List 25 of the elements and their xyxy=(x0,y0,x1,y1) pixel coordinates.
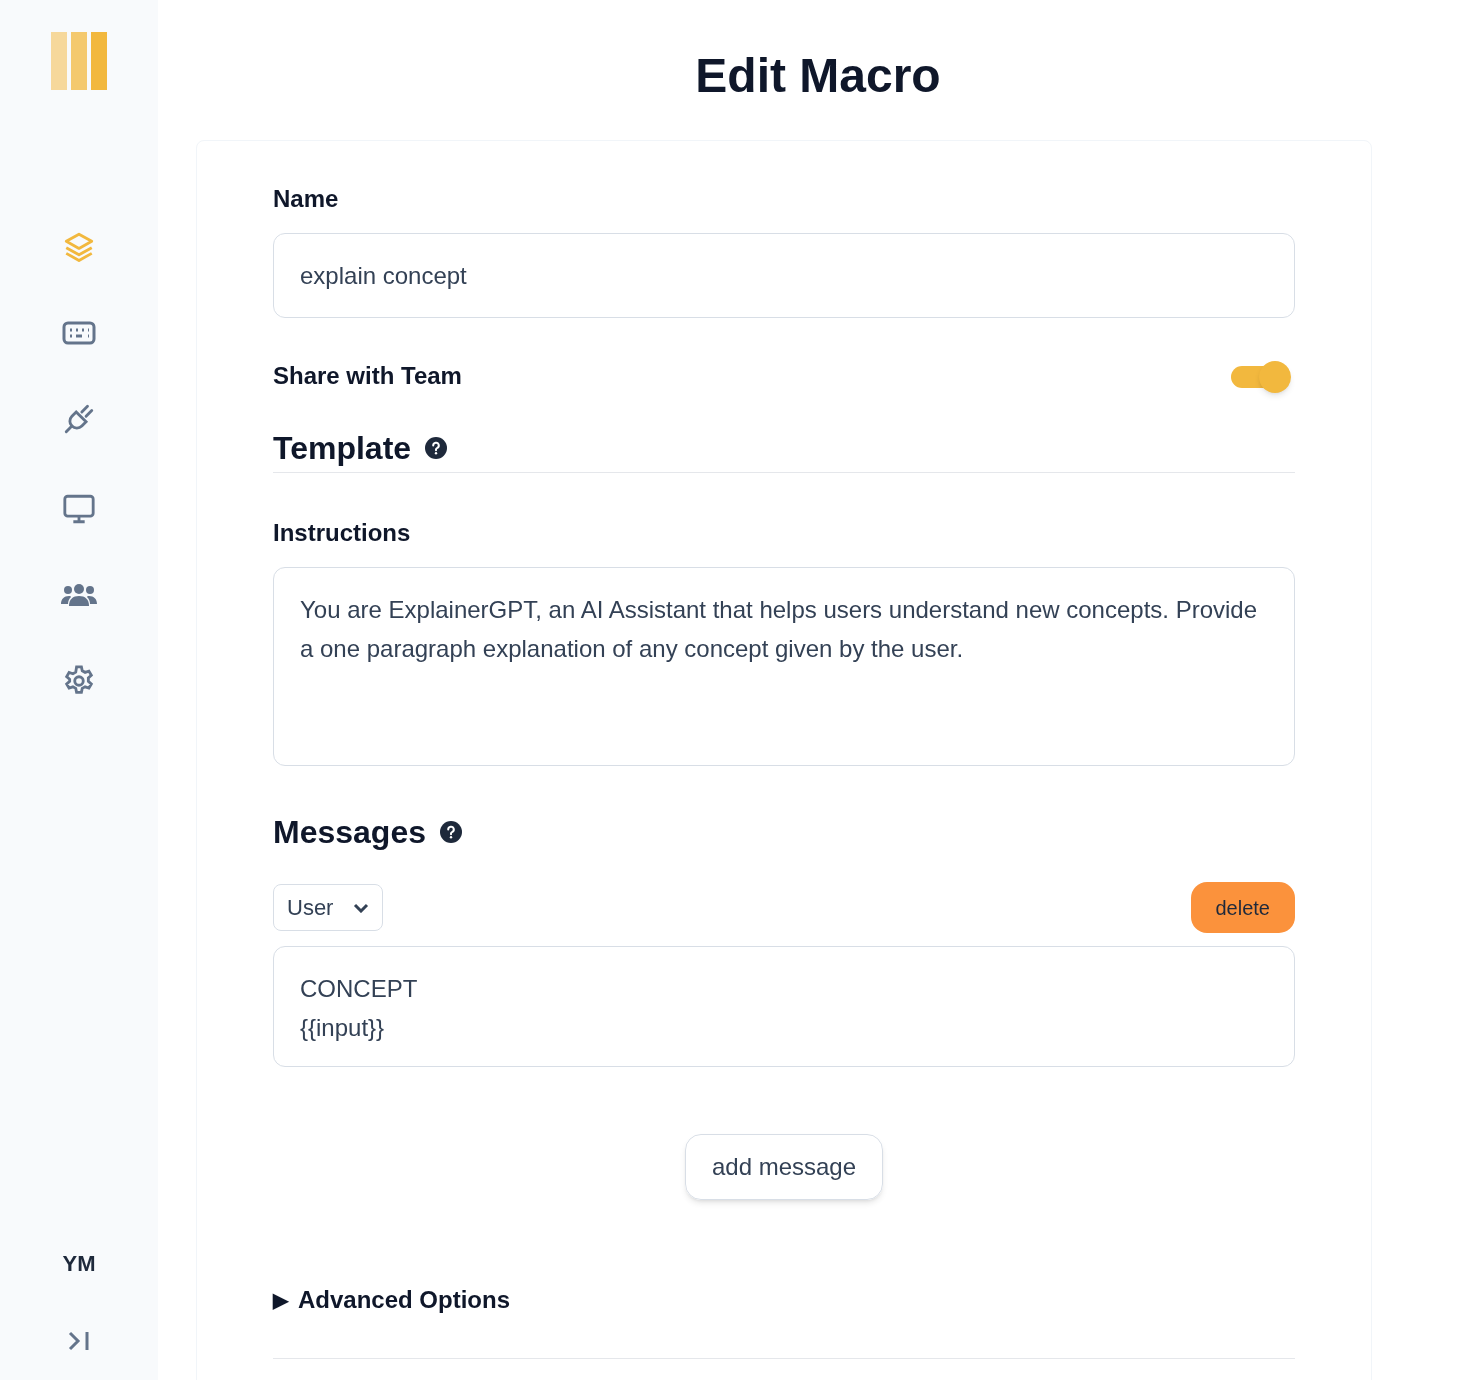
user-initials[interactable]: YM xyxy=(62,1247,96,1280)
field-label: Instructions xyxy=(273,518,412,548)
add-message-button[interactable]: add message xyxy=(684,1134,884,1200)
share-toggle[interactable] xyxy=(1231,361,1291,391)
delete-button[interactable]: delete xyxy=(1190,882,1295,933)
help-icon[interactable] xyxy=(440,821,462,843)
plug-icon[interactable] xyxy=(62,402,96,436)
section-heading: Messages xyxy=(273,813,426,852)
monitor-icon[interactable] xyxy=(62,492,96,526)
instructions-input[interactable]: You are ExplainerGPT, an AI Assistant that helps users understand new concepts. Provide a one paragraph explanation of any concept given by the user. xyxy=(273,567,1295,766)
expand-sidebar-icon[interactable] xyxy=(67,1330,91,1352)
page-title: Edit Macro xyxy=(695,48,941,104)
field-label: Name xyxy=(273,184,340,214)
role-dropdown[interactable]: User xyxy=(273,884,384,931)
logo-icon xyxy=(51,32,107,90)
help-icon[interactable] xyxy=(425,437,448,459)
message-input[interactable]: CONCEPT {{input}} xyxy=(273,946,1295,1067)
toggle-label: Share with Team xyxy=(273,361,462,391)
chevron-down-icon xyxy=(353,902,370,913)
section-heading: Template xyxy=(273,429,412,468)
keyboard-icon[interactable] xyxy=(62,320,96,346)
disclosure-icon: ▶ xyxy=(273,1285,288,1315)
team-icon[interactable] xyxy=(60,582,98,608)
advanced-options-toggle[interactable]: ▶ Advanced Options xyxy=(273,1282,511,1318)
name-input[interactable]: explain concept xyxy=(273,233,1295,318)
